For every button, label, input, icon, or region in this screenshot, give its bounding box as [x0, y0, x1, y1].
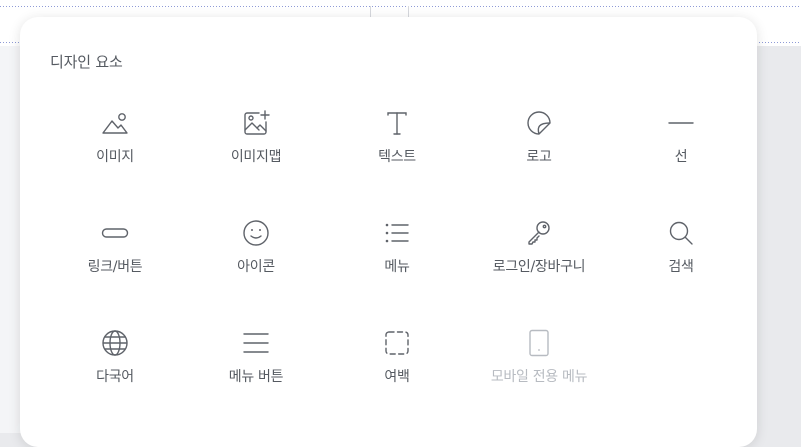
panel-title: 디자인 요소 [50, 53, 123, 71]
element-multilanguage[interactable]: 다국어 [45, 329, 185, 409]
image-mountain-icon [101, 109, 129, 137]
element-text[interactable]: 텍스트 [327, 109, 467, 189]
mobile-icon [525, 329, 553, 357]
element-label: 여백 [384, 369, 410, 385]
globe-icon [101, 329, 129, 357]
element-icon[interactable]: 아이콘 [186, 219, 326, 299]
element-mobile-menu: 모바일 전용 메뉴 [469, 329, 609, 409]
element-label: 메뉴 버튼 [228, 369, 284, 385]
element-label: 검색 [668, 259, 694, 275]
list-icon [383, 219, 411, 247]
logo-sticker-icon [525, 109, 553, 137]
element-login-cart[interactable]: 로그인/장바구니 [469, 219, 609, 299]
element-label: 선 [674, 149, 688, 165]
element-label: 모바일 전용 메뉴 [490, 369, 588, 385]
element-label: 이미지맵 [230, 149, 282, 165]
element-label: 텍스트 [378, 149, 416, 165]
element-line[interactable]: 선 [611, 109, 751, 189]
element-label: 이미지 [96, 149, 134, 165]
element-menu-button[interactable]: 메뉴 버튼 [186, 329, 326, 409]
element-link-button[interactable]: 링크/버튼 [45, 219, 185, 299]
search-icon [667, 219, 695, 247]
pill-button-icon [101, 219, 129, 247]
image-plus-icon [242, 109, 270, 137]
element-image-map[interactable]: 이미지맵 [186, 109, 326, 189]
element-label: 메뉴 [384, 259, 410, 275]
key-icon [525, 219, 553, 247]
text-t-icon [383, 109, 411, 137]
element-search[interactable]: 검색 [611, 219, 751, 299]
design-elements-panel: 디자인 요소 이미지 이미지맵 텍스트 로고 선 링크/버튼 아이콘 메뉴 로그… [20, 17, 757, 447]
element-label: 로고 [526, 149, 552, 165]
line-icon [667, 109, 695, 137]
element-menu[interactable]: 메뉴 [327, 219, 467, 299]
smiley-icon [242, 219, 270, 247]
element-label: 아이콘 [237, 259, 275, 275]
hamburger-icon [242, 329, 270, 357]
element-spacing[interactable]: 여백 [327, 329, 467, 409]
element-image[interactable]: 이미지 [45, 109, 185, 189]
element-label: 링크/버튼 [87, 259, 143, 275]
element-label: 다국어 [96, 369, 134, 385]
element-label: 로그인/장바구니 [492, 259, 586, 275]
element-logo[interactable]: 로고 [469, 109, 609, 189]
dashed-square-icon [383, 329, 411, 357]
